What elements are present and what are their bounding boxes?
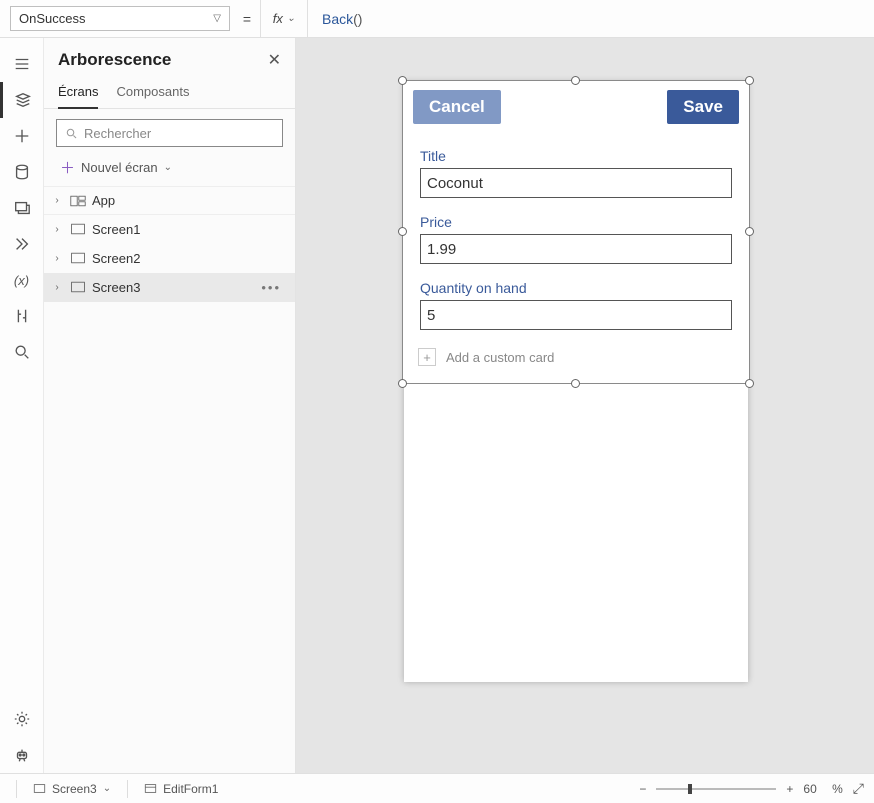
breadcrumb-control-label: EditForm1 xyxy=(163,782,218,796)
formula-bar: OnSuccess ▽ = fx ⌄ Back() xyxy=(0,0,874,38)
fit-to-window-icon[interactable]: ⤢ xyxy=(853,780,864,797)
media-icon[interactable] xyxy=(0,190,44,226)
input-price[interactable]: 1.99 xyxy=(420,234,732,264)
tab-screens[interactable]: Écrans xyxy=(58,78,98,109)
property-dropdown[interactable]: OnSuccess ▽ xyxy=(10,6,230,31)
equals-label: = xyxy=(234,0,260,37)
insert-icon[interactable] xyxy=(0,118,44,154)
formula-input[interactable]: Back() xyxy=(308,0,874,37)
zoom-slider[interactable] xyxy=(656,788,776,790)
plus-icon: ＋ xyxy=(60,157,75,178)
flows-icon[interactable] xyxy=(0,226,44,262)
close-icon[interactable]: ✕ xyxy=(268,50,281,70)
virtual-agent-icon[interactable] xyxy=(0,737,44,773)
tree-item-app[interactable]: › App xyxy=(44,186,295,215)
save-button[interactable]: Save xyxy=(667,90,739,124)
search-icon[interactable] xyxy=(0,334,44,370)
zoom-value: 60 xyxy=(803,782,816,796)
new-screen-label: Nouvel écran xyxy=(81,160,158,175)
formula-function: Back xyxy=(322,11,353,27)
expand-icon[interactable]: › xyxy=(50,282,64,293)
screen-icon xyxy=(33,783,46,794)
search-input[interactable]: Rechercher xyxy=(56,119,283,147)
chevron-down-icon: ⌄ xyxy=(164,162,172,173)
main-area: (x) Arborescence ✕ Écrans Composants Re xyxy=(0,38,874,773)
breadcrumb-control[interactable]: EditForm1 xyxy=(144,782,218,796)
tree-item-screen1[interactable]: › Screen1 xyxy=(44,215,295,244)
plus-icon: + xyxy=(418,348,436,366)
variables-icon[interactable]: (x) xyxy=(0,262,44,298)
data-icon[interactable] xyxy=(0,154,44,190)
chevron-down-icon: ▽ xyxy=(213,13,221,24)
add-custom-card[interactable]: + Add a custom card xyxy=(408,342,744,370)
zoom-label: 60 % xyxy=(803,782,842,796)
form-icon xyxy=(144,783,157,794)
zoom-in-button[interactable]: + xyxy=(786,782,793,796)
input-quantity[interactable]: 5 xyxy=(420,300,732,330)
tree-label: Screen2 xyxy=(92,251,140,266)
fx-label: fx xyxy=(273,11,283,26)
settings-icon[interactable] xyxy=(0,701,44,737)
fx-button[interactable]: fx ⌄ xyxy=(260,0,308,37)
status-bar: Screen3 ⌄ EditForm1 − + 60 % ⤢ xyxy=(0,773,874,803)
screen-icon xyxy=(70,252,86,264)
tab-components[interactable]: Composants xyxy=(116,78,189,108)
add-card-label: Add a custom card xyxy=(446,350,554,365)
tree-label: Screen1 xyxy=(92,222,140,237)
new-screen-button[interactable]: ＋ Nouvel écran ⌄ xyxy=(44,153,295,186)
breadcrumb-screen[interactable]: Screen3 ⌄ xyxy=(33,782,111,796)
tree-view: › App › Screen1 › Screen2 › Screen3 ••• xyxy=(44,186,295,302)
chevron-down-icon: ⌄ xyxy=(287,13,295,24)
cancel-button[interactable]: Cancel xyxy=(413,90,501,124)
panel-tabs: Écrans Composants xyxy=(44,78,295,109)
expand-icon[interactable]: › xyxy=(50,224,64,235)
tree-label: Screen3 xyxy=(92,280,140,295)
search-icon xyxy=(65,127,78,140)
tree-panel: Arborescence ✕ Écrans Composants Recherc… xyxy=(44,38,296,773)
form-body: Title Coconut Price 1.99 Quantity on han… xyxy=(403,133,749,383)
search-placeholder: Rechercher xyxy=(84,126,151,141)
zoom-thumb[interactable] xyxy=(688,784,692,794)
canvas[interactable]: Cancel Save Title Coconut Price 1.99 Qua… xyxy=(296,38,874,773)
zoom-out-button[interactable]: − xyxy=(639,782,646,796)
tree-label: App xyxy=(92,193,115,208)
property-name: OnSuccess xyxy=(19,11,85,26)
left-rail: (x) xyxy=(0,38,44,773)
panel-title: Arborescence xyxy=(58,50,171,70)
tree-item-screen2[interactable]: › Screen2 xyxy=(44,244,295,273)
tools-icon[interactable] xyxy=(0,298,44,334)
screen-icon xyxy=(70,281,86,293)
paren-close: ) xyxy=(358,11,363,27)
hamburger-icon[interactable] xyxy=(0,46,44,82)
tree-view-icon[interactable] xyxy=(0,82,44,118)
more-actions-icon[interactable]: ••• xyxy=(261,280,287,295)
screen-icon xyxy=(70,223,86,235)
app-icon xyxy=(70,195,86,207)
input-title[interactable]: Coconut xyxy=(420,168,732,198)
breadcrumb-screen-label: Screen3 xyxy=(52,782,97,796)
expand-icon[interactable]: › xyxy=(50,253,64,264)
expand-icon[interactable]: › xyxy=(50,195,64,206)
percent-sign: % xyxy=(832,782,843,796)
tree-item-screen3[interactable]: › Screen3 ••• xyxy=(44,273,295,302)
chevron-down-icon: ⌄ xyxy=(103,783,111,794)
